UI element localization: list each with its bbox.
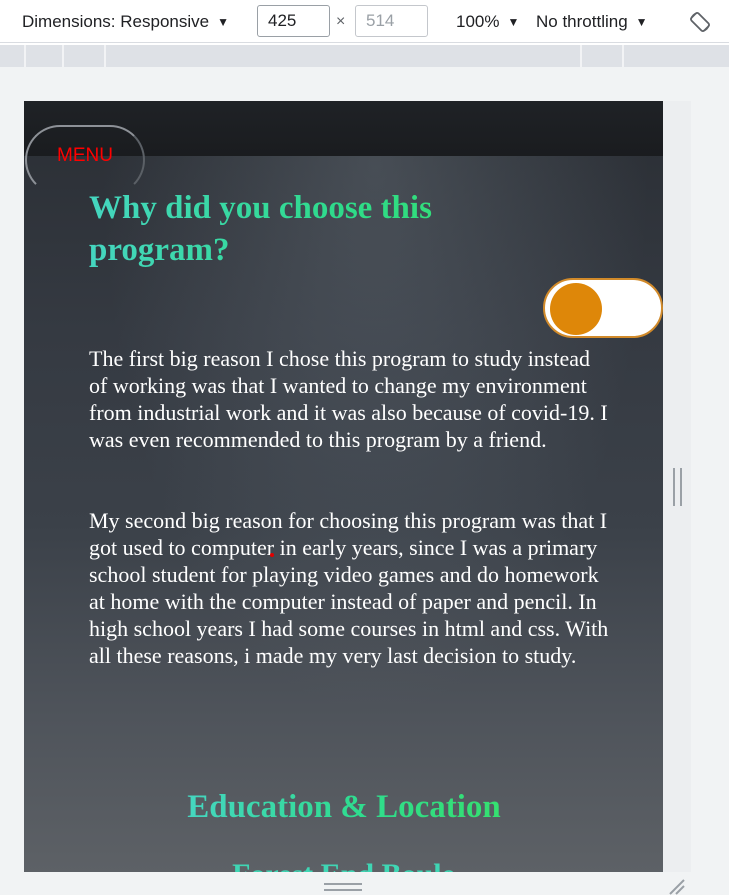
- throttling-label: No throttling: [536, 11, 628, 31]
- media-query-segment[interactable]: [104, 45, 580, 67]
- reason-paragraph-2: My second big reason for choosing this p…: [89, 508, 609, 668]
- page-title: Why did you choose this program?: [89, 187, 509, 271]
- rotate-icon: [690, 11, 710, 32]
- media-query-bar[interactable]: [0, 45, 729, 67]
- section-title-text: Education & Location: [187, 789, 501, 825]
- zoom-dropdown[interactable]: 100% ▼: [456, 0, 519, 43]
- emulated-page: MENU Why did you choose this program? Th…: [24, 101, 663, 872]
- chevron-down-icon: ▼: [217, 14, 229, 29]
- resize-corner-icon[interactable]: [664, 875, 686, 895]
- chevron-down-icon: ▼: [635, 14, 648, 29]
- menu-button[interactable]: MENU: [25, 125, 145, 195]
- dimensions-dropdown[interactable]: Dimensions: Responsive ▼: [22, 0, 229, 43]
- location-subtitle: Forest End Boule: [24, 857, 663, 872]
- cursor-dot: [270, 553, 274, 557]
- chevron-down-icon: ▼: [507, 14, 520, 29]
- media-query-segment[interactable]: [24, 45, 62, 67]
- media-query-segment[interactable]: [580, 45, 622, 67]
- viewport-stage: MENU Why did you choose this program? Th…: [0, 67, 729, 895]
- dimensions-label: Dimensions: Responsive: [22, 11, 210, 31]
- device-toolbar: Dimensions: Responsive ▼ 425 × 514 100% …: [0, 0, 729, 43]
- width-input[interactable]: 425: [257, 5, 330, 37]
- media-query-segment[interactable]: [62, 45, 104, 67]
- throttling-dropdown[interactable]: No throttling ▼: [536, 0, 648, 43]
- theme-toggle[interactable]: [543, 278, 663, 338]
- zoom-label: 100%: [456, 11, 500, 31]
- times-sign: ×: [336, 12, 346, 30]
- rotate-button[interactable]: [688, 0, 712, 43]
- resize-handle-right[interactable]: [673, 468, 682, 506]
- section-title: Education & Location: [24, 787, 663, 827]
- reason-paragraph-1: The first big reason I chose this progra…: [89, 346, 608, 452]
- media-query-segment[interactable]: [622, 45, 660, 67]
- toggle-knob: [550, 283, 602, 335]
- height-input[interactable]: 514: [355, 5, 428, 37]
- resize-handle-bottom[interactable]: [324, 883, 362, 891]
